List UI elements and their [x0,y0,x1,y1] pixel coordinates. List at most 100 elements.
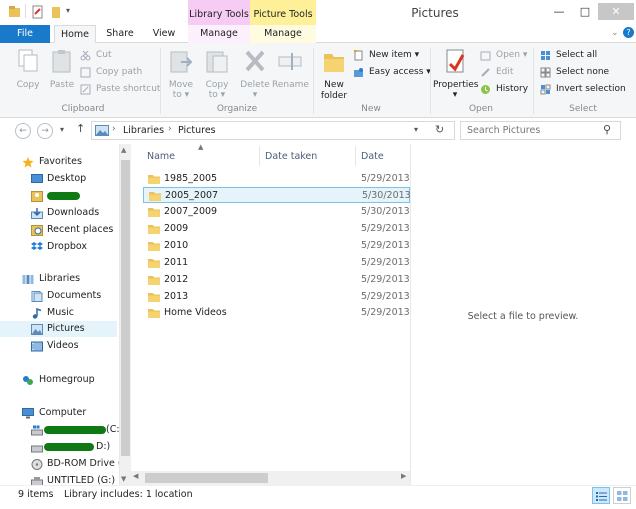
search-input[interactable]: Search Pictures [467,125,540,136]
tab-share[interactable]: Share [100,25,140,44]
file-row[interactable]: 2005_2007 5/30/2013 7 [143,187,411,203]
customize-qa-icon[interactable]: ▾ [66,6,70,15]
address-dropdown-button[interactable]: ▾ [414,125,418,134]
horizontal-scroll-thumb[interactable] [145,473,268,483]
nav-item-pictures[interactable]: Pictures [0,321,117,337]
up-button[interactable]: ↑ [76,122,85,135]
nav-item-user[interactable] [0,188,117,204]
expand-ribbon-icon[interactable]: ⌄ [611,28,619,38]
nav-libraries[interactable]: Libraries [0,271,117,287]
search-box[interactable]: Search Pictures ⚲ [460,121,621,140]
tab-view[interactable]: View [144,25,184,44]
documents-icon [31,291,43,302]
nav-item-dropbox[interactable]: Dropbox [0,239,117,255]
nav-item-music[interactable]: Music [0,305,117,321]
new-folder-button[interactable]: New folder [316,48,352,102]
breadcrumb-separator: › [168,124,172,134]
tab-file[interactable]: File [0,25,50,44]
ribbon-divider [160,48,161,114]
folder-icon [148,242,160,251]
file-row[interactable]: 2007_2009 5/30/2013 7 [143,204,410,220]
nav-item-videos[interactable]: Videos [0,338,117,354]
properties-qa-icon[interactable] [31,5,44,19]
delete-button[interactable]: Delete ▾ [238,48,272,100]
properties-button[interactable]: Properties ▾ [433,48,478,100]
breadcrumb-pictures[interactable]: Pictures [178,125,216,136]
file-row[interactable]: Home Videos 5/29/2013 3 [143,305,410,321]
breadcrumb-libraries[interactable]: Libraries [123,125,164,136]
rename-button[interactable]: Rename [272,48,309,90]
scroll-down-icon[interactable]: ▼ [121,475,126,483]
recent-locations-button[interactable]: ▾ [60,125,64,134]
tab-home[interactable]: Home [54,25,96,44]
minimize-button[interactable]: — [546,3,572,20]
nav-item-untitled[interactable]: UNTITLED (G:) [0,473,117,485]
cut-button[interactable]: Cut [80,48,112,63]
ribbon-divider [313,48,314,114]
column-header-name[interactable]: Name [147,151,175,162]
nav-item-bd-rom[interactable]: BD-ROM Drive (E [0,456,119,472]
move-to-button[interactable]: Move to ▾ [164,48,198,100]
scroll-right-icon[interactable]: ▶ [401,472,406,480]
nav-item-drive-d[interactable]: D:) [0,439,117,455]
history-button[interactable]: History [480,82,528,97]
large-icons-view-button[interactable] [613,487,631,504]
tab-manage-picture[interactable]: Manage [250,25,316,44]
open-button[interactable]: Open ▾ [480,48,527,63]
scroll-left-icon[interactable]: ◀ [133,472,138,480]
scroll-up-icon[interactable]: ▲ [121,146,126,154]
close-button[interactable]: ✕ [598,3,634,20]
paste-shortcut-button[interactable]: Paste shortcut [80,82,160,97]
tab-manage-library[interactable]: Manage [188,25,250,44]
videos-icon [31,341,43,352]
user-folder-icon [31,191,43,202]
column-header-date[interactable]: Date [361,151,384,162]
details-view-button[interactable] [592,487,610,504]
new-group-label: New [361,104,381,114]
ribbon-divider [430,48,431,114]
nav-item-desktop[interactable]: Desktop [0,171,117,187]
nav-homegroup[interactable]: Homegroup [0,372,117,388]
file-row[interactable]: 2011 5/29/2013 6 [143,255,410,271]
nav-item-recent-places[interactable]: Recent places [0,222,117,238]
nav-item-drive-c[interactable]: (C: [0,422,119,438]
back-button[interactable]: ← [15,123,31,139]
nav-computer[interactable]: Computer [0,405,117,421]
select-all-button[interactable]: Select all [540,48,597,63]
nav-favorites[interactable]: Favorites [0,154,117,170]
column-divider[interactable] [355,146,356,166]
help-icon[interactable]: ? [623,27,634,38]
copy-icon [18,49,38,72]
easy-access-icon [354,68,363,77]
column-divider[interactable] [259,146,260,166]
paste-shortcut-icon [80,84,91,95]
paste-button[interactable]: Paste [46,48,78,90]
file-row[interactable]: 2009 5/29/2013 3 [143,221,410,237]
nav-pane-scroll-thumb[interactable] [121,160,130,456]
copy-button[interactable]: Copy [12,48,44,90]
forward-button[interactable]: → [37,123,53,139]
edit-button[interactable]: Edit [480,65,513,80]
invert-selection-button[interactable]: Invert selection [540,82,626,97]
new-folder-qa-icon[interactable] [49,5,62,19]
copy-path-button[interactable]: Copy path [80,65,142,80]
new-item-button[interactable]: New item ▾ [353,48,419,63]
select-none-button[interactable]: Select none [540,65,609,80]
search-icon[interactable]: ⚲ [603,123,611,136]
refresh-button[interactable]: ↻ [435,123,444,136]
column-header-date-taken[interactable]: Date taken [265,151,317,162]
maximize-button[interactable]: □ [572,3,598,20]
nav-item-documents[interactable]: Documents [0,288,117,304]
easy-access-button[interactable]: Easy access ▾ [353,65,431,80]
file-row[interactable]: 2010 5/29/2013 6 [143,238,410,254]
file-row[interactable]: 2013 5/29/2013 3 [143,289,410,305]
nav-item-downloads[interactable]: Downloads [0,205,117,221]
file-row[interactable]: 2012 5/29/2013 3 [143,272,410,288]
app-icon[interactable] [8,5,21,19]
large-icons-view-icon [617,491,628,501]
copy-to-button[interactable]: Copy to ▾ [200,48,234,100]
library-locations: Library includes: 1 location [64,489,193,500]
address-bar[interactable]: › Libraries › Pictures ▾ ↻ [91,121,455,140]
file-row[interactable]: 1985_2005 5/29/2013 1 [143,171,410,187]
delete-icon [245,50,265,72]
